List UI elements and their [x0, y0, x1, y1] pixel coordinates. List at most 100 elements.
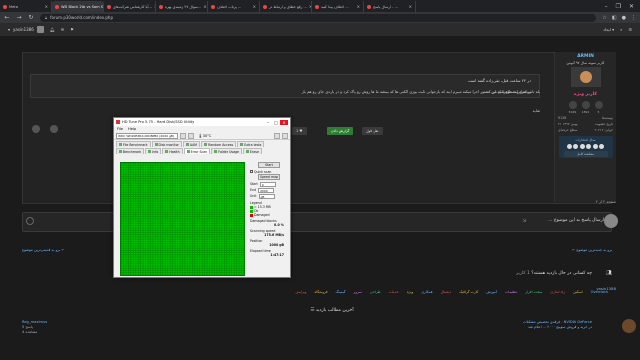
menu-help[interactable]: Help	[128, 127, 136, 131]
url-input[interactable]: 🔒︎ forum.p30world.com/index.php	[40, 13, 597, 22]
medals-view-all-link[interactable]: مشاهده کامل	[563, 150, 608, 157]
tag-link[interactable]: سخت افزار	[525, 290, 542, 298]
tag-link[interactable]: خدمات	[389, 290, 399, 298]
medal-icon[interactable]	[586, 143, 592, 149]
pagination[interactable]: صفحه ۲ از ۲	[596, 199, 616, 204]
bell-icon[interactable]: 🔔︎	[50, 27, 55, 32]
tag-link[interactable]: کارت گرافیک	[459, 290, 478, 298]
scan-block	[121, 226, 124, 228]
quick-scan-checkbox[interactable]: Quick scan	[250, 169, 288, 174]
hdtune-minimize-button[interactable]: –	[264, 120, 272, 125]
forward-icon[interactable]: →	[16, 14, 22, 21]
user-menu[interactable]: ▾ yasin1386	[8, 26, 44, 33]
scan-block	[128, 205, 131, 208]
tag-link[interactable]: Overclock	[591, 290, 608, 298]
hdtune-tab[interactable]: Error Scan	[183, 148, 211, 154]
drive-select[interactable]: WDC WD20EZRX-00D8PB0 (2000 gB)	[116, 132, 178, 139]
extension-icon[interactable]: ◧	[612, 15, 617, 21]
medal-icon[interactable]	[573, 143, 579, 149]
quote-button[interactable]: نقل قول	[362, 127, 383, 135]
hdtune-tab[interactable]: Disk monitor	[151, 141, 182, 147]
browser-tab[interactable]: رفع خطای و ارتباط در ... ×	[260, 1, 312, 12]
unit-select[interactable]: gB	[258, 193, 275, 199]
medal-icon[interactable]	[566, 143, 572, 149]
close-tab-icon[interactable]: ×	[45, 4, 48, 9]
browser-tab[interactable]: ارسال پاسخ - ... ×	[364, 1, 416, 12]
older-thread-link[interactable]: برو به قدیمی‌ترین موضوع ←	[22, 248, 64, 256]
close-tab-icon[interactable]: ×	[357, 4, 360, 9]
start-input[interactable]: 0	[259, 181, 276, 187]
newer-thread-link[interactable]: ← برو به جدیدترین موضوع	[572, 248, 612, 256]
author-avatar[interactable]	[570, 67, 601, 87]
browser-tab[interactable]: پرتاب اختلاف ... ×	[208, 1, 260, 12]
hdtune-tab[interactable]: Benchmark	[116, 148, 145, 154]
hdtune-tab[interactable]: Random Access	[201, 141, 237, 147]
tag-link[interactable]: آموزش	[486, 290, 497, 298]
scan-block	[239, 203, 242, 206]
close-window-button[interactable]: ✕	[629, 3, 634, 10]
hdtune-tab[interactable]: File Benchmark	[116, 141, 151, 147]
back-icon[interactable]: ←	[4, 14, 10, 21]
tag-link[interactable]: تنظیمات	[505, 290, 517, 298]
hdtune-tab[interactable]: AAM	[182, 141, 201, 147]
menu-icon[interactable]: ☰	[628, 27, 632, 32]
report-button[interactable]: گزارش دادن	[327, 127, 354, 135]
expand-icon[interactable]: ⇲	[522, 218, 526, 224]
hdtune-close-button[interactable]: ✕	[280, 119, 288, 125]
tag-link[interactable]: اسکین	[573, 290, 583, 298]
tag-link[interactable]: گیمینگ	[336, 290, 346, 298]
menu-file[interactable]: File	[117, 127, 123, 131]
maximize-button[interactable]: ❐	[616, 3, 621, 10]
reload-icon[interactable]: ↻	[28, 14, 34, 21]
bookmark-icon[interactable]: ⚑	[70, 27, 74, 32]
profile-icon[interactable]: ●	[622, 15, 626, 21]
emoji-icon[interactable]	[26, 217, 34, 225]
hdtune-tab[interactable]: Folder Usage	[211, 148, 243, 154]
close-tab-icon[interactable]: ×	[203, 4, 206, 9]
browser-tab[interactable]: آیا کارشناس شرکت‌های...×	[104, 1, 156, 12]
copy-icon[interactable]	[180, 132, 186, 139]
hdtune-maximize-button[interactable]: □	[272, 120, 280, 125]
tag-link[interactable]: فروشگاه	[314, 290, 327, 298]
close-tab-icon[interactable]: ×	[409, 4, 412, 9]
mail-icon[interactable]: ✉	[61, 27, 64, 32]
tag-link[interactable]: ویژه	[407, 290, 413, 298]
tag-link[interactable]: دیجیتال	[441, 290, 452, 298]
kebab-menu-icon[interactable]: ⋮	[631, 15, 636, 21]
tag-link[interactable]: سرور	[354, 290, 362, 298]
end-input[interactable]: 2000	[258, 187, 275, 193]
medal-icon[interactable]	[579, 143, 585, 149]
related-thread-link[interactable]: در خرید و فروش سوییچ ۲۰۰۰ ... اعلام شد	[523, 325, 592, 330]
search-icon[interactable]: ⌕	[620, 27, 622, 32]
hdtune-tab[interactable]: Extra tests	[237, 141, 265, 147]
speed-map-button[interactable]: Speed map	[258, 174, 280, 180]
quote-title[interactable]: در ۲۴ ساعت قبل، تقی‌زاده گفته است	[468, 78, 531, 83]
more-icon[interactable]	[32, 125, 40, 133]
create-menu[interactable]: ایجاد ▾	[603, 27, 614, 32]
share-icon[interactable]	[50, 125, 58, 133]
hdtune-tab[interactable]: Health	[162, 148, 183, 154]
options-icon[interactable]	[274, 132, 280, 139]
browser-tab[interactable]: WD Black 2tb vs Sam Sung...×	[52, 1, 104, 12]
tag-link[interactable]: همکاری	[421, 290, 432, 298]
medal-icon[interactable]	[592, 143, 598, 149]
browser-tab[interactable]: Meta ×	[0, 1, 52, 12]
tag-link[interactable]: راه اندازی	[550, 290, 565, 298]
hdtune-title-bar[interactable]: HD Tune Pro 5.75 - Hard Disk/SSD Utility…	[114, 118, 290, 126]
hdtune-tab[interactable]: Erase	[243, 148, 262, 154]
minimize-button[interactable]: –	[605, 3, 608, 10]
browser-tab[interactable]: سوال ۲۷ زمینه‌ی بهره‌... ×	[156, 1, 208, 12]
hdtune-toolbar: WDC WD20EZRX-00D8PB0 (2000 gB) 🌡︎30°C	[114, 132, 290, 140]
exit-icon[interactable]	[282, 132, 288, 139]
tag-link[interactable]: ویرایش	[295, 290, 306, 298]
star-icon[interactable]: ☆	[602, 15, 606, 21]
author-name[interactable]: ARMIN	[577, 54, 594, 59]
like-button[interactable]: 1 ♥	[292, 127, 307, 135]
close-tab-icon[interactable]: ×	[253, 4, 256, 9]
start-button[interactable]: Start	[258, 162, 280, 168]
tag-link[interactable]: طراحی	[370, 290, 381, 298]
save-icon[interactable]	[188, 132, 194, 139]
medal-icon[interactable]	[599, 143, 605, 149]
browser-tab[interactable]: اختلاف پیدا کنید ... ×	[312, 1, 364, 12]
hdtune-tab[interactable]: Info	[145, 148, 162, 154]
